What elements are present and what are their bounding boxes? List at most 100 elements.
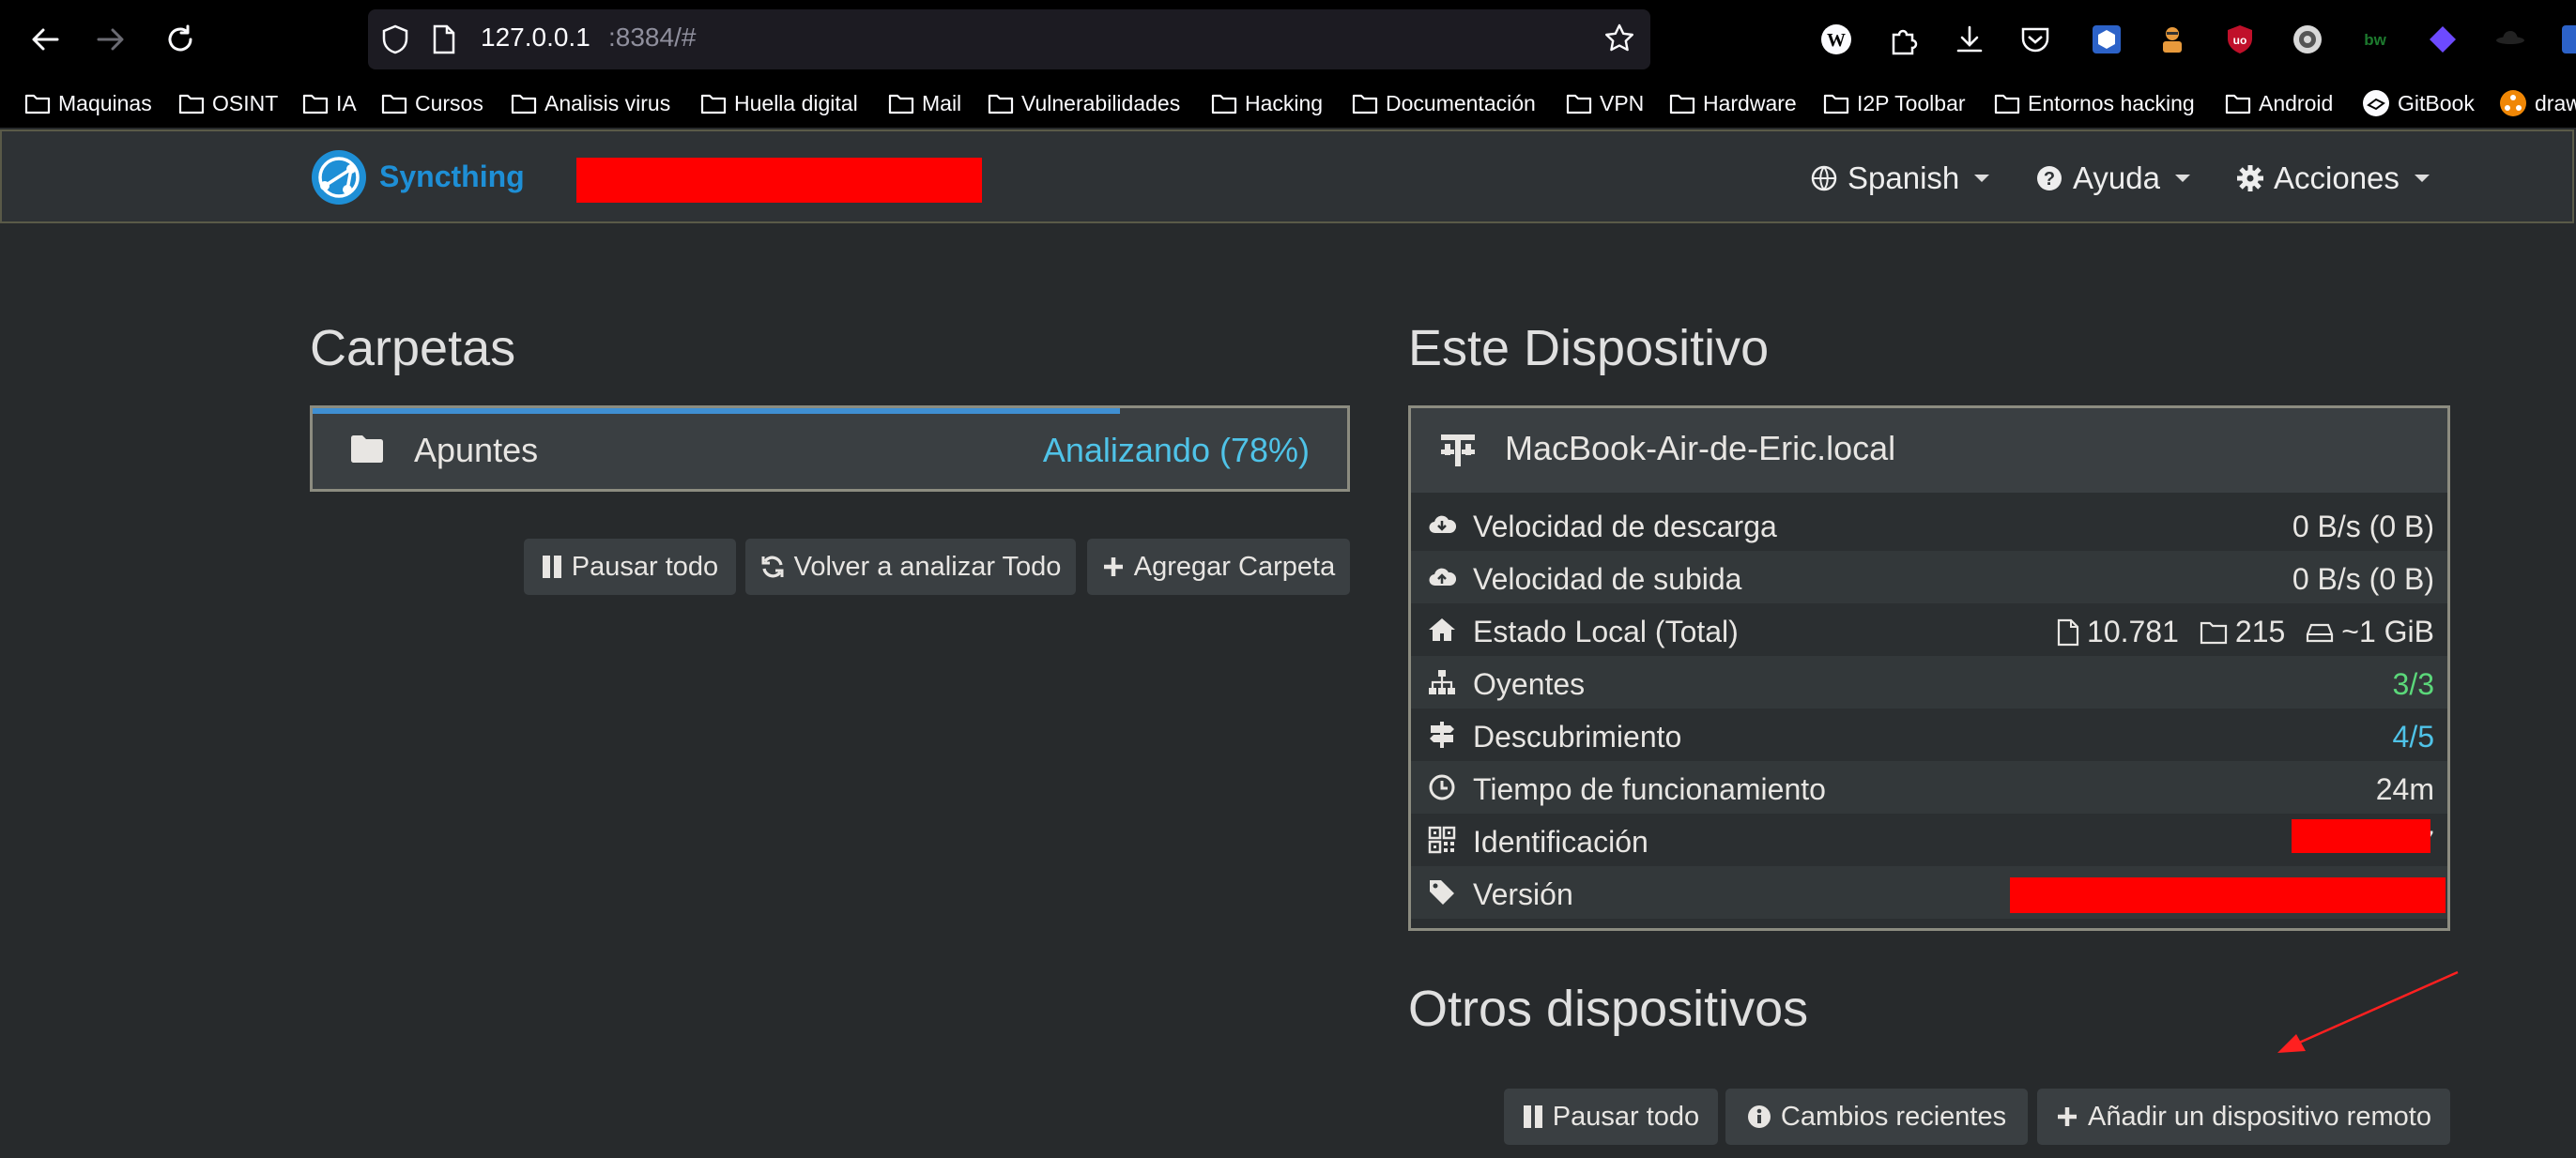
folder-icon xyxy=(888,94,914,114)
device-row-discovery: Descubrimiento 4/5 xyxy=(1411,709,2447,761)
device-row-upload: Velocidad de subida 0 B/s (0 B) xyxy=(1411,551,2447,603)
plus-icon xyxy=(1103,557,1123,576)
bookmark-item[interactable]: Cursos xyxy=(381,86,483,120)
bookmark-label: VPN xyxy=(1600,90,1645,115)
device-row-download: Velocidad de descarga 0 B/s (0 B) xyxy=(1411,498,2447,551)
pause-all-folders-button[interactable]: Pausar todo xyxy=(524,539,736,595)
bookmark-item[interactable]: Analisis virus xyxy=(511,86,670,120)
row-label: Descubrimiento xyxy=(1473,720,1682,754)
row-label: Tiempo de funcionamiento xyxy=(1473,772,1826,806)
bookmark-label: Hacking xyxy=(1245,90,1324,115)
pause-all-devices-button[interactable]: Pausar todo xyxy=(1504,1089,1718,1145)
bookmark-item[interactable]: Vulnerabilidades xyxy=(988,86,1180,120)
device-panel-header[interactable]: MacBook-Air-de-Eric.local xyxy=(1411,408,2447,493)
bookmark-item[interactable]: Entornos hacking xyxy=(1994,86,2195,120)
bookmark-item[interactable]: Documentación xyxy=(1352,86,1536,120)
row-value: 10.781 215 ~1 GiB xyxy=(2057,615,2434,649)
bookmark-item[interactable]: OSINT xyxy=(178,86,278,120)
bookmark-item[interactable]: draw xyxy=(2499,86,2576,120)
file-count: 10.781 xyxy=(2087,615,2179,648)
device-row-listeners: Oyentes 3/3 xyxy=(1411,656,2447,709)
bookmark-item[interactable]: GitBook xyxy=(2362,86,2475,120)
bookmark-item[interactable]: VPN xyxy=(1566,86,1644,120)
bookmark-item[interactable]: Maquinas xyxy=(24,86,152,120)
help-label: Ayuda xyxy=(2073,160,2160,195)
total-size: ~1 GiB xyxy=(2341,615,2434,648)
chevron-down-icon xyxy=(1974,175,1990,182)
bookmark-label: Mail xyxy=(922,90,962,115)
add-remote-device-button[interactable]: Añadir un dispositivo remoto xyxy=(2037,1089,2450,1145)
pause-icon xyxy=(1523,1105,1542,1128)
download-icon[interactable] xyxy=(1949,19,1990,60)
bookmarks-bar: Maquinas OSINT IA Cursos Analisis virus … xyxy=(0,79,2576,128)
folder-icon xyxy=(1211,94,1237,114)
url-host: 127.0.0.1 xyxy=(481,23,590,52)
cloud-download-icon xyxy=(1429,515,1456,534)
language-label: Spanish xyxy=(1848,160,1960,195)
spy-icon[interactable] xyxy=(2490,19,2531,60)
qrcode-icon xyxy=(1428,826,1456,854)
bookmark-label: OSINT xyxy=(212,90,279,115)
wikipedia-icon[interactable]: W xyxy=(1816,19,1857,60)
tag-icon xyxy=(1430,880,1454,905)
home-icon xyxy=(1429,618,1455,641)
discovery-status[interactable]: 4/5 xyxy=(2393,720,2434,754)
listeners-status[interactable]: 3/3 xyxy=(2393,667,2434,702)
bookmark-label: I2P Toolbar xyxy=(1857,90,1966,115)
folder-panel[interactable]: Apuntes Analizando (78%) xyxy=(310,405,1350,492)
reload-icon[interactable] xyxy=(150,9,210,69)
cloud-upload-icon xyxy=(1429,568,1456,587)
actions-menu[interactable]: Acciones xyxy=(2236,160,2430,197)
bookmark-label: Vulnerabilidades xyxy=(1021,90,1181,115)
bookmark-item[interactable]: I2P Toolbar xyxy=(1823,86,1966,120)
folder-icon xyxy=(350,434,384,463)
pocket-icon[interactable] xyxy=(2015,19,2056,60)
forward-icon[interactable] xyxy=(81,9,141,69)
proton-icon[interactable] xyxy=(2422,19,2463,60)
bookmark-label: IA xyxy=(336,90,357,115)
ublock-icon[interactable]: uo xyxy=(2219,19,2261,60)
bookmark-item[interactable]: Hacking xyxy=(1211,86,1323,120)
gitbook-icon xyxy=(2363,90,2389,116)
language-menu[interactable]: Spanish xyxy=(1810,160,1990,197)
ext-blue-icon[interactable] xyxy=(2086,19,2127,60)
bitwarden-icon[interactable]: bw xyxy=(2354,19,2396,60)
row-label: Versión xyxy=(1473,877,1573,911)
annotation-arrow-icon xyxy=(2277,970,2459,1053)
bookmark-star-icon[interactable] xyxy=(1603,23,1635,54)
url-bar[interactable]: 127.0.0.1 :8384/# xyxy=(368,9,1650,69)
row-label: Oyentes xyxy=(1473,667,1586,701)
bookmark-label: Hardware xyxy=(1703,90,1797,115)
brand-name[interactable]: Syncthing xyxy=(379,160,525,194)
bookmark-item[interactable]: Android xyxy=(2225,86,2333,120)
extensions-icon[interactable] xyxy=(1883,19,1924,60)
actions-label: Acciones xyxy=(2274,160,2400,195)
add-folder-button[interactable]: Agregar Carpeta xyxy=(1087,539,1350,595)
back-icon[interactable] xyxy=(15,9,75,69)
bookmark-item[interactable]: IA xyxy=(302,86,357,120)
bookmark-item[interactable]: Hardware xyxy=(1669,86,1797,120)
recent-changes-button[interactable]: Cambios recientes xyxy=(1725,1089,2028,1145)
bookmark-item[interactable]: Huella digital xyxy=(700,86,858,120)
rescan-all-button[interactable]: Volver a analizar Todo xyxy=(745,539,1076,595)
gear-icon xyxy=(2237,165,2263,191)
device-icon xyxy=(1439,431,1477,468)
folder-icon xyxy=(1669,94,1695,114)
bookmark-item[interactable]: Mail xyxy=(888,86,961,120)
hard-drive-icon xyxy=(2307,623,2334,642)
folder-icon xyxy=(1994,94,2020,114)
ext-agent-icon[interactable] xyxy=(2152,19,2193,60)
row-value: 24m xyxy=(2375,772,2434,806)
folder-icon xyxy=(2225,94,2251,114)
ext-partial-icon[interactable] xyxy=(2552,19,2576,60)
shield-icon[interactable] xyxy=(381,24,409,54)
folder-icon xyxy=(1566,94,1592,114)
this-device-panel: MacBook-Air-de-Eric.local Velocidad de d… xyxy=(1408,405,2450,931)
bookmark-label: Huella digital xyxy=(734,90,858,115)
url-path: :8384/# xyxy=(608,23,697,52)
help-menu[interactable]: ? Ayuda xyxy=(2035,160,2190,197)
privacy-icon[interactable] xyxy=(2287,19,2328,60)
folder-icon xyxy=(302,94,329,114)
globe-icon xyxy=(1811,165,1837,191)
syncthing-logo-icon[interactable] xyxy=(310,148,368,206)
